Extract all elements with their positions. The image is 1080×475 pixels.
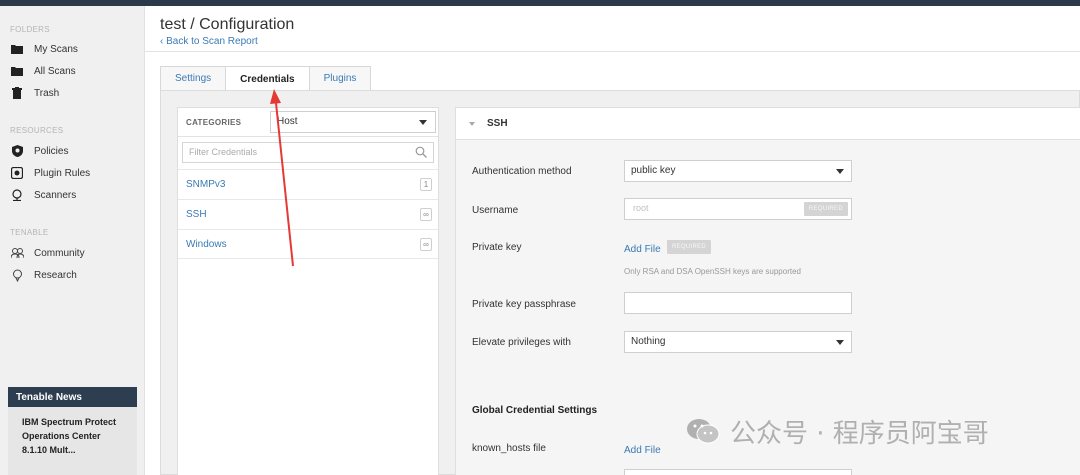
credential-count-badge: ∞ — [420, 208, 432, 221]
divider — [178, 136, 438, 137]
ssh-section-title: SSH — [487, 118, 508, 129]
category-select[interactable]: Host — [270, 111, 436, 133]
sidebar-section-tenable: TENABLE — [10, 228, 49, 237]
filter-credentials-input[interactable]: Filter Credentials — [182, 142, 434, 163]
credential-item-label: Windows — [186, 239, 227, 250]
sidebar-item-my-scans[interactable]: My Scans — [10, 40, 78, 58]
news-line: Operations Center — [22, 431, 101, 441]
main-content: test / Configuration ‹ Back to Scan Repo… — [145, 6, 1080, 475]
sidebar-item-research[interactable]: Research — [10, 266, 77, 284]
sidebar-item-plugin-rules[interactable]: Plugin Rules — [10, 164, 90, 182]
private-key-label: Private key — [472, 242, 522, 253]
auth-method-select[interactable]: public key — [624, 160, 852, 182]
elevate-privileges-value: Nothing — [631, 336, 666, 347]
page-title: test / Configuration — [160, 16, 295, 33]
search-icon[interactable] — [415, 146, 427, 160]
sidebar-item-label: Scanners — [34, 189, 77, 201]
elevate-privileges-label: Elevate privileges with — [472, 337, 571, 348]
auth-method-label: Authentication method — [472, 166, 572, 177]
categories-label: CATEGORIES — [186, 118, 242, 127]
sidebar-item-label: My Scans — [34, 43, 78, 55]
credential-item-label: SNMPv3 — [186, 179, 226, 190]
sidebar-item-trash[interactable]: Trash — [10, 84, 59, 102]
private-key-hint: Only RSA and DSA OpenSSH keys are suppor… — [624, 267, 801, 276]
credential-item-snmpv3[interactable]: SNMPv3 1 — [178, 169, 438, 199]
sidebar-item-label: Policies — [34, 145, 69, 157]
username-label: Username — [472, 205, 519, 216]
credential-count-badge: 1 — [420, 178, 432, 191]
tab-bar: Settings Credentials Plugins — [160, 66, 372, 91]
news-headline[interactable]: IBM Spectrum Protect Operations Center 8… — [8, 407, 137, 465]
sidebar-item-label: All Scans — [34, 65, 76, 77]
required-tag: REQUIRED — [803, 202, 848, 216]
known-hosts-add-file-link[interactable]: Add File — [624, 445, 661, 456]
tab-credentials[interactable]: Credentials — [225, 66, 310, 91]
community-icon — [10, 246, 24, 260]
username-placeholder: root — [633, 203, 649, 213]
passphrase-label: Private key passphrase — [472, 299, 576, 310]
research-icon — [10, 268, 24, 282]
chevron-down-icon — [836, 340, 844, 345]
sidebar-item-scanners[interactable]: Scanners — [10, 186, 76, 204]
credential-item-label: SSH — [186, 209, 207, 220]
credential-item-windows[interactable]: Windows ∞ — [178, 229, 438, 259]
sidebar-item-policies[interactable]: Policies — [10, 142, 68, 160]
sidebar-item-label: Trash — [34, 87, 60, 99]
sidebar-section-resources: RESOURCES — [10, 126, 64, 135]
tab-settings[interactable]: Settings — [160, 66, 227, 90]
filter-placeholder: Filter Credentials — [189, 147, 258, 157]
category-select-value: Host — [277, 116, 298, 127]
private-key-add-file-link[interactable]: Add File — [624, 244, 661, 255]
sidebar: FOLDERS My Scans All Scans Trash RESOURC… — [0, 6, 145, 475]
scanner-icon — [10, 188, 24, 202]
trash-icon — [10, 86, 24, 100]
next-field-input[interactable] — [624, 469, 852, 475]
watermark-text: 公众号 · 程序员阿宝哥 — [730, 418, 989, 449]
shield-icon — [10, 144, 24, 158]
sidebar-item-all-scans[interactable]: All Scans — [10, 62, 76, 80]
collapse-icon[interactable] — [469, 122, 475, 126]
sidebar-section-folders: FOLDERS — [10, 25, 50, 34]
credential-category-list: CATEGORIES Host Filter Credentials SNMPv… — [177, 107, 439, 475]
chevron-down-icon — [836, 169, 844, 174]
divider — [145, 51, 1080, 52]
required-tag: REQUIRED — [667, 240, 712, 254]
credential-item-ssh[interactable]: SSH ∞ — [178, 199, 438, 229]
chevron-down-icon — [419, 120, 427, 125]
username-input[interactable]: root REQUIRED — [624, 198, 852, 220]
watermark: 公众号 · 程序员阿宝哥 — [686, 414, 989, 449]
folder-icon — [10, 64, 24, 78]
wechat-icon — [686, 417, 720, 445]
plugin-icon — [10, 166, 24, 180]
ssh-section-header[interactable]: SSH — [456, 108, 1080, 140]
news-line: IBM Spectrum Protect — [22, 417, 117, 427]
news-line: 8.1.10 Mult... — [22, 445, 76, 455]
back-to-scan-report-link[interactable]: ‹ Back to Scan Report — [160, 36, 258, 47]
known-hosts-label: known_hosts file — [472, 443, 546, 454]
tenable-news-widget[interactable]: Tenable News IBM Spectrum Protect Operat… — [8, 387, 137, 475]
news-title: Tenable News — [8, 387, 137, 407]
folder-icon — [10, 42, 24, 56]
credential-count-badge: ∞ — [420, 238, 432, 251]
elevate-privileges-select[interactable]: Nothing — [624, 331, 852, 353]
sidebar-item-label: Plugin Rules — [34, 167, 91, 179]
tab-plugins[interactable]: Plugins — [308, 66, 372, 90]
passphrase-input[interactable] — [624, 292, 852, 314]
sidebar-item-community[interactable]: Community — [10, 244, 85, 262]
auth-method-value: public key — [631, 165, 676, 176]
global-credential-settings-heading: Global Credential Settings — [472, 405, 598, 416]
sidebar-item-label: Research — [34, 269, 77, 281]
sidebar-item-label: Community — [34, 247, 85, 259]
